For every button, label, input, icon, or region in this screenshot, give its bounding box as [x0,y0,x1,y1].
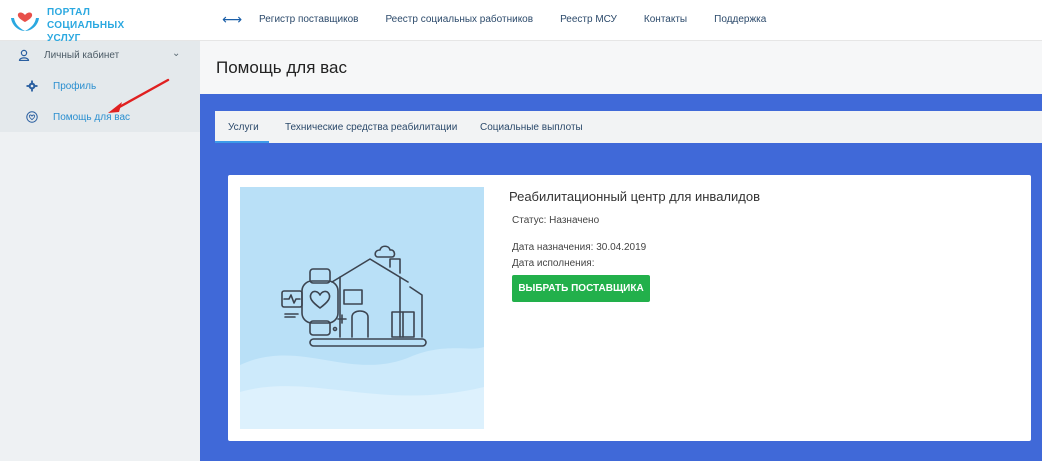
choose-provider-button[interactable]: ВЫБРАТЬ ПОСТАВЩИКА [512,275,650,302]
sidebar-section-label: Личный кабинет [44,50,120,61]
service-illustration-image [240,187,484,429]
service-title: Реабилитационный центр для инвалидов [509,189,760,204]
logo-line-1: ПОРТАЛ [47,7,91,18]
sidebar-section-cabinet: Личный кабинет ⌄ Профиль Помощь для вас [0,41,200,132]
main-content: Помощь для вас Услуги Технические средст… [200,41,1042,461]
sidebar-item-label: Помощь для вас [53,112,131,123]
sidebar-item-profile[interactable]: Профиль [0,74,200,100]
nav-providers-register[interactable]: Регистр поставщиков [259,14,358,25]
chevron-down-icon[interactable]: ⌄ [172,48,180,59]
logo-text: ПОРТАЛ СОЦИАЛЬНЫХ УСЛУГ [47,6,149,45]
service-executed-date: Дата исполнения: [512,258,595,269]
tab-social-payments[interactable]: Социальные выплоты [480,111,583,143]
nav-social-workers-registry[interactable]: Реестр социальных работников [385,14,533,25]
sidebar-item-help[interactable]: Помощь для вас [0,105,200,131]
page-title: Помощь для вас [216,58,347,77]
gear-icon [26,80,38,92]
nav-msu-registry[interactable]: Реестр МСУ [560,14,617,25]
content-panel: Услуги Технические средства реабилитации… [200,94,1042,461]
page-header: Помощь для вас [200,41,1042,94]
main-nav: Регистр поставщиков Реестр социальных ра… [259,14,793,25]
logo-hands-heart-icon [11,12,39,31]
sidebar: Личный кабинет ⌄ Профиль Помощь для вас [0,41,200,461]
sidebar-section-header[interactable]: Личный кабинет ⌄ [0,41,200,71]
top-bar: ПОРТАЛ СОЦИАЛЬНЫХ УСЛУГ ⟷ Регистр постав… [0,0,1042,44]
tabs-bar: Услуги Технические средства реабилитации… [215,111,1042,143]
user-icon [18,49,30,61]
nav-contacts[interactable]: Контакты [644,14,687,25]
sidebar-item-label: Профиль [53,81,97,92]
heart-icon [26,111,38,123]
portal-logo[interactable]: ПОРТАЛ СОЦИАЛЬНЫХ УСЛУГ [9,4,149,44]
tab-rehab-equipment[interactable]: Технические средства реабилитации [285,111,457,143]
service-status: Статус: Назначено [512,215,600,226]
service-assigned-date: Дата назначения: 30.04.2019 [512,242,647,253]
left-right-arrows-icon[interactable]: ⟷ [222,11,242,28]
service-card: Реабилитационный центр для инвалидов Ста… [228,175,1031,441]
nav-support[interactable]: Поддержка [714,14,766,25]
tab-services[interactable]: Услуги [215,111,269,143]
